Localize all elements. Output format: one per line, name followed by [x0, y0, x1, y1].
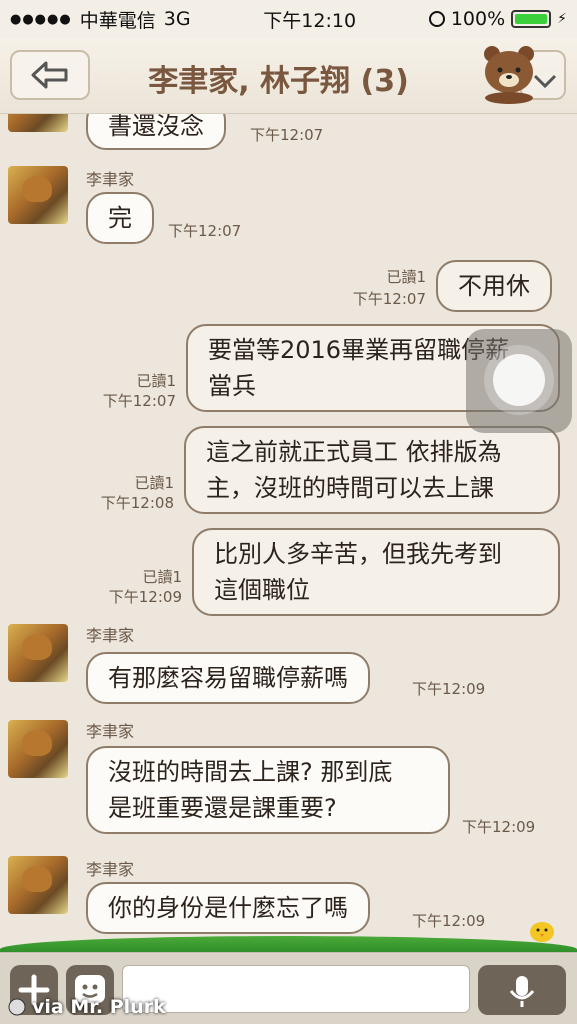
carrier-label: 中華電信 [79, 9, 156, 32]
message-time: 下午12:09 [412, 912, 486, 930]
chat-log[interactable]: 書還沒念 下午12:07 李聿家 完 下午12:07 已讀1 下午12:07 不… [0, 114, 577, 952]
sender-name: 李聿家 [86, 626, 135, 645]
message-time: 下午12:07 [352, 290, 426, 308]
message-time: 下午12:07 [102, 392, 176, 410]
chat-title: 李聿家, 林子翔 (3) [148, 64, 409, 99]
avatar[interactable] [8, 624, 68, 682]
charging-icon: ⚡ [557, 11, 567, 27]
message-line: 比別人多辛苦，但我先考到 [214, 540, 502, 568]
avatar[interactable] [8, 114, 68, 132]
message-bubble: 你的身份是什麼忘了嗎 [86, 882, 370, 934]
alarm-icon [428, 11, 445, 27]
back-arrow-icon [31, 61, 68, 89]
message-time: 下午12:08 [100, 494, 174, 512]
message-time: 下午12:09 [412, 680, 486, 698]
message-time: 下午12:07 [250, 126, 324, 144]
message-line: 沒班的時間去上課? 那到底 [108, 758, 393, 786]
message-input[interactable] [122, 965, 470, 1013]
voice-button[interactable] [478, 965, 566, 1015]
message-text: 有那麼容易留職停薪嗎 [108, 664, 348, 692]
watermark-text: via Mr. Plurk [32, 996, 166, 1018]
avatar[interactable] [8, 166, 68, 224]
chat-header: 李聿家, 林子翔 (3) [0, 38, 577, 114]
read-receipt: 已讀1 [386, 268, 426, 286]
message-bubble: 完 [86, 192, 154, 244]
message-time: 下午12:09 [462, 818, 536, 836]
message-time: 下午12:09 [108, 588, 182, 606]
battery-percent: 100% [450, 8, 506, 30]
signal-strength-icon: ●●●●● [10, 11, 72, 27]
watermark: via Mr. Plurk [8, 996, 166, 1018]
avatar[interactable] [8, 720, 68, 778]
message-line: 主，沒班的時間可以去上課 [206, 474, 494, 502]
network-label: 3G [163, 8, 191, 30]
message-text: 不用休 [458, 272, 530, 300]
plurk-logo-icon [8, 998, 26, 1016]
message-text: 書還沒念 [108, 114, 204, 140]
message-line: 是班重要還是課重要? [108, 794, 337, 822]
avatar[interactable] [8, 856, 68, 914]
read-receipt: 已讀1 [142, 568, 182, 586]
microphone-icon [509, 976, 535, 1007]
back-button[interactable] [10, 50, 90, 100]
read-receipt: 已讀1 [136, 372, 176, 390]
message-bubble: 不用休 [436, 260, 552, 312]
sender-name: 李聿家 [86, 860, 135, 879]
message-bubble: 比別人多辛苦，但我先考到 這個職位 [192, 528, 560, 616]
assistive-touch-button[interactable] [466, 329, 572, 433]
message-bubble: 沒班的時間去上課? 那到底 是班重要還是課重要? [86, 746, 450, 834]
clock: 下午12:10 [263, 9, 357, 32]
message-bubble: 有那麼容易留職停薪嗎 [86, 652, 370, 704]
battery-icon [511, 10, 552, 28]
read-receipt: 已讀1 [134, 474, 174, 492]
message-text: 完 [108, 204, 132, 232]
message-line: 這個職位 [214, 576, 310, 604]
sender-name: 李聿家 [86, 170, 135, 189]
chevron-down-icon[interactable] [532, 72, 558, 90]
message-text: 你的身份是什麼忘了嗎 [108, 894, 348, 922]
status-bar: ●●●●● 中華電信 3G 下午12:10 100% ⚡ [0, 0, 577, 38]
sender-name: 李聿家 [86, 722, 135, 741]
chick-icon [530, 922, 554, 942]
message-bubble: 這之前就正式員工 依排版為 主，沒班的時間可以去上課 [184, 426, 560, 514]
message-line: 這之前就正式員工 依排版為 [206, 438, 502, 466]
message-time: 下午12:07 [168, 222, 242, 240]
brown-bear-icon [484, 46, 534, 104]
message-bubble: 書還沒念 [86, 114, 226, 150]
